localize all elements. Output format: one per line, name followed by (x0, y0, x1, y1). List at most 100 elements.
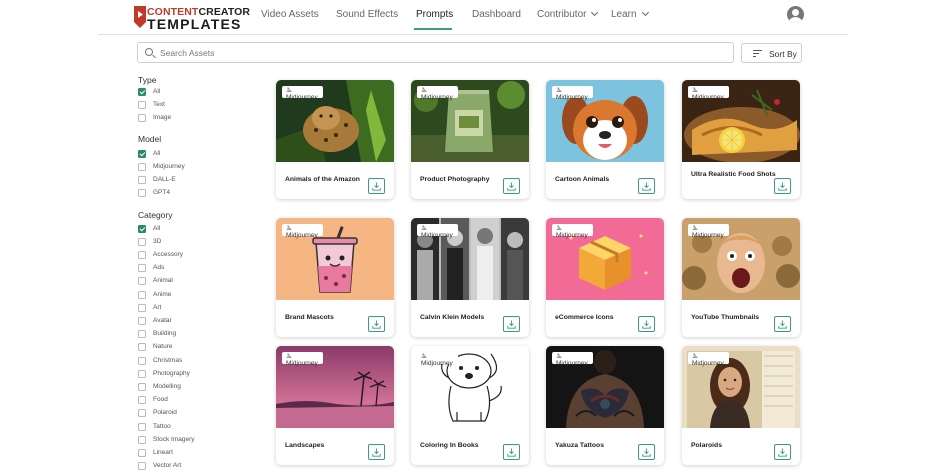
prompt-card[interactable]: Midjourney Landscapes (276, 346, 394, 465)
nav-prompts[interactable]: Prompts (416, 9, 453, 20)
card-thumbnail-box-icon[interactable]: Midjourney (546, 218, 664, 300)
checkbox-checked[interactable] (138, 88, 146, 96)
card-thumbnail-mascot[interactable]: Midjourney (276, 218, 394, 300)
card-thumbnail-thumbnail-face[interactable]: Midjourney (682, 218, 800, 300)
prompt-card[interactable]: Midjourney Cartoon Animals (546, 80, 664, 199)
prompt-card[interactable]: Midjourney Calvin Klein Models (411, 218, 529, 337)
download-button[interactable] (503, 316, 520, 332)
checkbox[interactable] (138, 251, 146, 259)
download-button[interactable] (503, 178, 520, 194)
card-title[interactable]: Ultra Realistic Food Shots (691, 171, 776, 179)
card-thumbnail-puppy[interactable]: Midjourney (546, 80, 664, 162)
card-thumbnail-product[interactable]: Midjourney (411, 80, 529, 162)
download-icon (507, 182, 516, 191)
card-title[interactable]: Brand Mascots (285, 314, 370, 322)
nav-sound-effects[interactable]: Sound Effects (336, 9, 398, 20)
checkbox[interactable] (138, 238, 146, 246)
checkbox[interactable] (138, 449, 146, 457)
checkbox[interactable] (138, 317, 146, 325)
download-button[interactable] (638, 178, 655, 194)
card-title[interactable]: Cartoon Animals (555, 176, 640, 184)
prompt-card[interactable]: Midjourney eCommerce Icons (546, 218, 664, 337)
download-icon (778, 448, 787, 457)
checkbox[interactable] (138, 396, 146, 404)
card-title[interactable]: YouTube Thumbnails (691, 314, 776, 322)
filter-option-label: Image (153, 114, 172, 121)
prompt-card[interactable]: Midjourney Product Photography (411, 80, 529, 199)
model-badge: Midjourney (282, 352, 323, 367)
search-bar (137, 42, 734, 63)
checkbox[interactable] (138, 189, 146, 197)
download-button[interactable] (774, 178, 791, 194)
filter-option-label: Anime (153, 291, 172, 298)
download-button[interactable] (638, 444, 655, 460)
checkbox-checked[interactable] (138, 225, 146, 233)
prompt-card[interactable]: Midjourney Brand Mascots (276, 218, 394, 337)
model-badge: Midjourney (552, 86, 593, 101)
prompt-card[interactable]: Midjourney Ultra Realistic Food Shots (682, 80, 800, 199)
card-title[interactable]: Animals of the Amazon (285, 176, 370, 184)
brand-logo[interactable]: CONTENTCREATOR TEMPLATES (134, 5, 250, 32)
checkbox[interactable] (138, 114, 146, 122)
prompt-card[interactable]: Midjourney YouTube Thumbnails (682, 218, 800, 337)
download-button[interactable] (774, 444, 791, 460)
card-thumbnail-landscape[interactable]: Midjourney (276, 346, 394, 428)
card-title[interactable]: Coloring In Books (420, 442, 505, 450)
checkbox[interactable] (138, 176, 146, 184)
nav-dashboard[interactable]: Dashboard (472, 9, 521, 20)
model-badge-label: Midjourney (286, 360, 318, 367)
prompt-card[interactable]: Midjourney Animals of the Amazon (276, 80, 394, 199)
filter-option-label: Nature (153, 343, 173, 350)
download-button[interactable] (638, 316, 655, 332)
card-thumbnail-tattoo[interactable]: Midjourney (546, 346, 664, 428)
model-badge: Midjourney (688, 86, 729, 101)
checkbox[interactable] (138, 370, 146, 378)
checkbox[interactable] (138, 436, 146, 444)
checkbox[interactable] (138, 383, 146, 391)
checkbox[interactable] (138, 330, 146, 338)
sort-by-label: Sort By (769, 49, 797, 59)
checkbox[interactable] (138, 409, 146, 417)
download-button[interactable] (774, 316, 791, 332)
prompt-card[interactable]: Midjourney Coloring In Books (411, 346, 529, 465)
sort-by-button[interactable]: Sort By (741, 43, 802, 63)
model-badge-label: Midjourney (421, 232, 453, 239)
checkbox[interactable] (138, 163, 146, 171)
checkbox[interactable] (138, 423, 146, 431)
download-button[interactable] (368, 178, 385, 194)
card-title[interactable]: eCommerce Icons (555, 314, 640, 322)
checkbox[interactable] (138, 277, 146, 285)
checkbox[interactable] (138, 101, 146, 109)
card-thumbnail-jaguar[interactable]: Midjourney (276, 80, 394, 162)
prompt-card[interactable]: Midjourney Polaroids (682, 346, 800, 465)
checkbox[interactable] (138, 357, 146, 365)
sailboat-icon (421, 353, 427, 358)
model-badge-label: Midjourney (692, 232, 724, 239)
checkbox[interactable] (138, 264, 146, 272)
download-button[interactable] (368, 316, 385, 332)
card-thumbnail-lineart-puppy[interactable]: Midjourney (411, 346, 529, 428)
card-thumbnail-models[interactable]: Midjourney (411, 218, 529, 300)
user-avatar-icon[interactable] (787, 6, 804, 23)
sailboat-icon (556, 87, 562, 92)
checkbox[interactable] (138, 291, 146, 299)
card-title[interactable]: Product Photography (420, 176, 505, 184)
card-title[interactable]: Calvin Klein Models (420, 314, 505, 322)
card-thumbnail-polaroid[interactable]: Midjourney (682, 346, 800, 428)
card-title[interactable]: Yakuza Tattoos (555, 442, 640, 450)
checkbox[interactable] (138, 462, 146, 470)
checkbox[interactable] (138, 343, 146, 351)
nav-video-assets[interactable]: Video Assets (261, 9, 319, 20)
nav-learn[interactable]: Learn (611, 8, 649, 20)
download-button[interactable] (368, 444, 385, 460)
card-title[interactable]: Landscapes (285, 442, 370, 450)
nav-contributor[interactable]: Contributor (537, 8, 599, 20)
search-input[interactable] (160, 43, 720, 62)
card-thumbnail-food[interactable]: Midjourney (682, 80, 800, 162)
prompt-card[interactable]: Midjourney Yakuza Tattoos (546, 346, 664, 465)
checkbox-checked[interactable] (138, 150, 146, 158)
filter-title-type: Type (138, 75, 157, 85)
download-button[interactable] (503, 444, 520, 460)
checkbox[interactable] (138, 304, 146, 312)
card-title[interactable]: Polaroids (691, 442, 776, 450)
